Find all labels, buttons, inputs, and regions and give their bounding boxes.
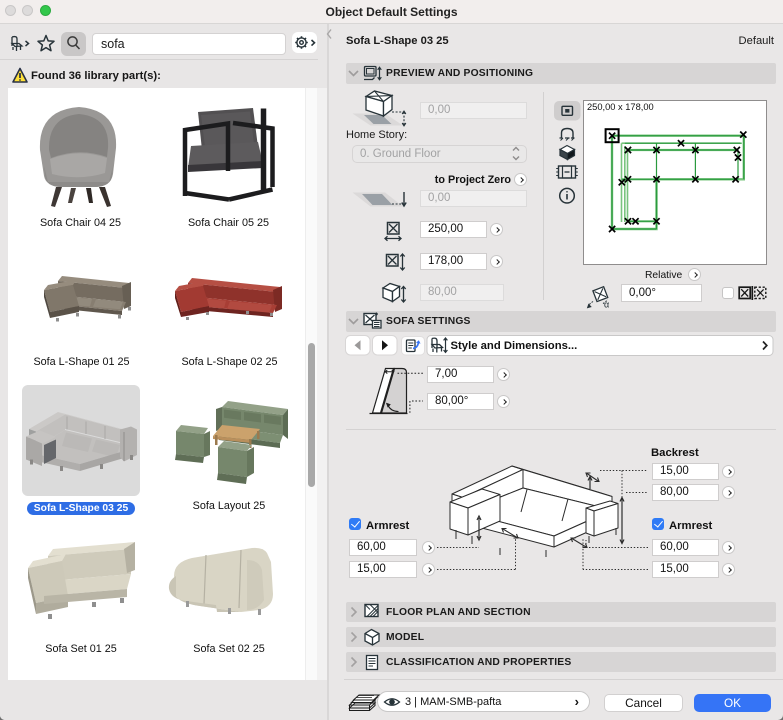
svg-text:α: α	[604, 300, 609, 310]
svg-text:Style and Dimensions...: Style and Dimensions...	[451, 340, 578, 352]
